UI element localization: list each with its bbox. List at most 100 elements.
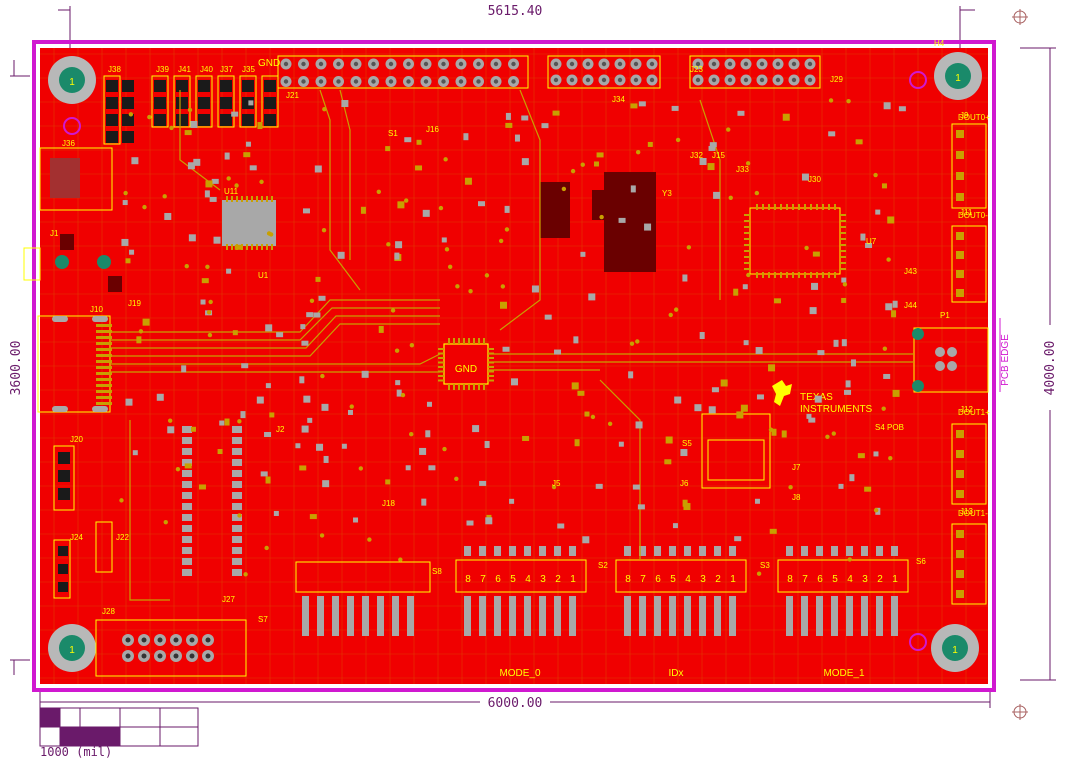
switch-position-digit: 6 <box>655 574 661 585</box>
mounting-hole-top-right: 1 <box>934 52 982 100</box>
switch-position-digit: 5 <box>510 574 516 585</box>
switch-position-digit: 5 <box>832 574 838 585</box>
refdes-label: J44 <box>904 301 917 310</box>
switch-position-digit: 7 <box>802 574 808 585</box>
switch-position-digit: 6 <box>817 574 823 585</box>
center-chip-label: GND <box>455 364 477 375</box>
refdes-label: J41 <box>178 65 191 74</box>
jumper-pin <box>242 80 254 92</box>
refdes-label: J43 <box>904 267 917 276</box>
switch-position-digit: 2 <box>877 574 883 585</box>
refdes-label: S5 <box>682 439 692 448</box>
dout0m-label: DOUT0- <box>958 211 988 220</box>
refdes-label: J38 <box>108 65 121 74</box>
switch-position-digit: 3 <box>862 574 868 585</box>
refdes-label: U11 <box>224 187 239 196</box>
ribbon-pin <box>96 396 112 399</box>
jumper-pin <box>220 114 232 126</box>
scale-bar: 1000 (mil) <box>39 707 199 759</box>
refdes-label: J7 <box>792 463 801 472</box>
ribbon-pin <box>96 348 112 351</box>
switch-position-digit: 8 <box>787 574 793 585</box>
ribbon-pin <box>96 372 112 375</box>
switch-position-digit: 8 <box>625 574 631 585</box>
refdes-label: J35 <box>242 65 255 74</box>
refdes-label: J2 <box>276 425 285 434</box>
refdes-label: J33 <box>736 165 749 174</box>
refdes-label: J16 <box>426 125 439 134</box>
bottom-width-label: 6000.00 <box>488 696 543 711</box>
top-width-label: 5615.40 <box>488 4 543 19</box>
refdes-label: S4 POB <box>875 423 904 432</box>
switch-position-digit: 7 <box>480 574 486 585</box>
jumper-pin <box>198 97 210 109</box>
refdes-label: U7 <box>866 237 877 246</box>
left-height-label: 3600.00 <box>9 341 24 396</box>
scale-label: 1000 (mil) <box>40 745 112 759</box>
jumper-pin <box>176 114 188 126</box>
corner-marks <box>1012 9 1028 720</box>
dout1m-label: DOUT1- <box>958 509 988 518</box>
dout0p-label: DOUT0+ <box>958 113 990 122</box>
refdes-label: S2 <box>598 561 608 570</box>
refdes-label: J34 <box>612 95 625 104</box>
switch-position-digit: 4 <box>847 574 853 585</box>
ribbon-pin <box>96 336 112 339</box>
refdes-label: J28 <box>102 607 115 616</box>
refdes-label: H4 <box>934 39 945 48</box>
mounting-hole-label: 1 <box>955 73 961 84</box>
switch-position-digit: 1 <box>570 574 576 585</box>
idx-label: IDx <box>669 668 684 679</box>
jumper-pin <box>154 97 166 109</box>
refdes-label: J20 <box>70 435 83 444</box>
center-ic: GND <box>438 338 494 390</box>
ribbon-pin <box>96 324 112 327</box>
refdes-label: J27 <box>222 595 235 604</box>
refdes-label: J36 <box>62 139 75 148</box>
left-dimension: 3600.00 <box>9 60 30 675</box>
jumper-pin <box>264 114 276 126</box>
switch-position-digit: 1 <box>730 574 736 585</box>
refdes-label: S7 <box>258 615 268 624</box>
switch-position-digit: 7 <box>640 574 646 585</box>
refdes-label: U1 <box>258 271 269 280</box>
switch-position-digit: 6 <box>495 574 501 585</box>
jumper-pin <box>264 80 276 92</box>
refdes-label: J8 <box>792 493 801 502</box>
pcb-edge-label: PCB EDGE <box>1000 334 1011 386</box>
mounting-hole-bottom-right: 1 <box>931 624 979 672</box>
refdes-label: J6 <box>680 479 689 488</box>
refdes-label: J18 <box>382 499 395 508</box>
ribbon-pin <box>96 354 112 357</box>
ribbon-pin <box>96 366 112 369</box>
switch-position-digit: 3 <box>700 574 706 585</box>
jumper-pin <box>176 80 188 92</box>
mode1-label: MODE_1 <box>823 668 865 679</box>
mode0-label: MODE_0 <box>499 668 541 679</box>
ribbon-pin <box>96 378 112 381</box>
jumper-pin <box>106 97 118 109</box>
jumper-pin <box>154 114 166 126</box>
refdes-label: J19 <box>128 299 141 308</box>
jumper-pin <box>242 114 254 126</box>
refdes-label: S3 <box>760 561 770 570</box>
ribbon-pin <box>96 342 112 345</box>
jumper-pin <box>106 131 118 143</box>
refdes-label: J15 <box>712 151 725 160</box>
right-dimension: 4000.00 <box>1020 47 1058 681</box>
ribbon-pin <box>96 402 112 405</box>
switch-position-digit: 4 <box>685 574 691 585</box>
jumper-pin <box>106 114 118 126</box>
refdes-label: J10 <box>90 305 103 314</box>
ribbon-pin <box>96 360 112 363</box>
ribbon-pin <box>96 330 112 333</box>
mounting-hole-label: 1 <box>952 645 958 656</box>
refdes-label: J39 <box>156 65 169 74</box>
jumper-pin <box>106 80 118 92</box>
logo-line2: INSTRUMENTS <box>800 404 873 415</box>
gnd-label: GND <box>258 58 280 69</box>
chip-u11 <box>222 196 276 250</box>
mounting-hole-label: 1 <box>69 77 75 88</box>
dout1p-label: DOUT1+ <box>958 408 990 417</box>
refdes-label: S6 <box>916 557 926 566</box>
